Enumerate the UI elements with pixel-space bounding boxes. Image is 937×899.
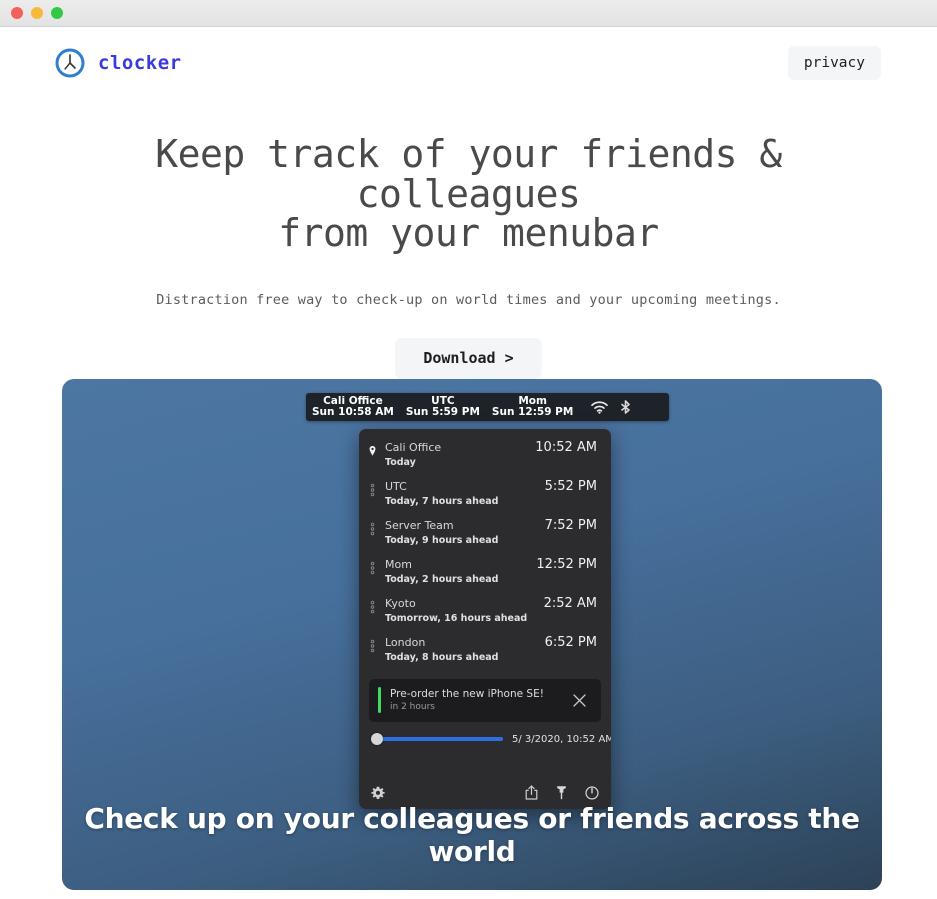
product-showcase: Cali Office Sun 10:58 AM UTC Sun 5:59 PM… xyxy=(62,379,882,890)
timezone-name: Cali Office xyxy=(385,441,442,454)
list-item-main: Server Team 7:52 PM xyxy=(385,518,597,533)
timezone-relative: Today xyxy=(385,457,416,468)
timezone-time: 6:52 PM xyxy=(544,635,597,650)
clocker-dropdown-panel: Cali Office 10:52 AM Today UTC 5:52 PM T… xyxy=(359,429,611,809)
drag-handle-icon[interactable] xyxy=(369,483,376,499)
menubar-status-icons xyxy=(591,400,640,414)
location-pin-icon xyxy=(369,445,376,456)
hero-section: Keep track of your friends & colleagues … xyxy=(0,99,937,379)
list-item-main: Mom 12:52 PM xyxy=(385,557,597,572)
list-item[interactable]: Cali Office 10:52 AM Today xyxy=(359,437,611,476)
timezone-relative: Today, 8 hours ahead xyxy=(385,652,499,663)
time-slider[interactable] xyxy=(371,733,503,745)
menubar-clock[interactable]: Cali Office Sun 10:58 AM xyxy=(306,395,400,418)
list-item-main: UTC 5:52 PM xyxy=(385,479,597,494)
browser-window: clocker privacy Keep track of your frien… xyxy=(0,0,937,899)
list-item-main: Kyoto 2:52 AM xyxy=(385,596,597,611)
site-header: clocker privacy xyxy=(0,27,937,99)
timezone-relative: Today, 9 hours ahead xyxy=(385,535,499,546)
minimize-window-button[interactable] xyxy=(31,7,43,19)
timezone-time: 10:52 AM xyxy=(535,440,597,455)
clock-icon xyxy=(55,48,85,78)
upcoming-event-card[interactable]: Pre-order the new iPhone SE! in 2 hours xyxy=(369,679,601,722)
timezone-relative: Tomorrow, 16 hours ahead xyxy=(385,613,528,624)
panel-toolbar-actions xyxy=(525,785,599,800)
list-item[interactable]: UTC 5:52 PM Today, 7 hours ahead xyxy=(359,476,611,515)
slider-track xyxy=(371,737,503,741)
zoom-window-button[interactable] xyxy=(51,7,63,19)
menubar-clock[interactable]: UTC Sun 5:59 PM xyxy=(400,395,486,418)
list-item[interactable]: Kyoto 2:52 AM Tomorrow, 16 hours ahead xyxy=(359,593,611,632)
timezone-time: 2:52 AM xyxy=(543,596,597,611)
timezone-list: Cali Office 10:52 AM Today UTC 5:52 PM T… xyxy=(359,429,611,673)
wifi-icon[interactable] xyxy=(591,400,609,414)
event-accent-bar xyxy=(378,687,381,713)
menubar-clock-time: Sun 10:58 AM xyxy=(312,406,394,418)
window-controls xyxy=(11,7,63,19)
download-button-wrap: Download > xyxy=(40,337,897,379)
menubar-clock-time: Sun 12:59 PM xyxy=(491,406,574,418)
download-button[interactable]: Download > xyxy=(395,337,542,379)
timezone-time: 5:52 PM xyxy=(544,479,597,494)
event-subtitle: in 2 hours xyxy=(390,702,435,713)
slider-knob[interactable] xyxy=(371,733,383,745)
power-icon[interactable] xyxy=(585,785,599,800)
timezone-name: Kyoto xyxy=(385,597,416,610)
timezone-name: UTC xyxy=(385,480,407,493)
headline-line-1: Keep track of your friends & colleagues xyxy=(155,132,782,216)
timezone-name: Server Team xyxy=(385,519,454,532)
privacy-button[interactable]: privacy xyxy=(787,45,881,81)
list-item[interactable]: Mom 12:52 PM Today, 2 hours ahead xyxy=(359,554,611,593)
drag-handle-icon[interactable] xyxy=(369,561,376,577)
window-titlebar xyxy=(0,0,937,27)
share-icon[interactable] xyxy=(525,785,538,800)
timezone-name: Mom xyxy=(385,558,412,571)
list-item[interactable]: London 6:52 PM Today, 8 hours ahead xyxy=(359,632,611,671)
list-item-main: Cali Office 10:52 AM xyxy=(385,440,597,455)
close-window-button[interactable] xyxy=(11,7,23,19)
timezone-name: London xyxy=(385,636,426,649)
drag-handle-icon[interactable] xyxy=(369,639,376,655)
menubar-clock-time: Sun 5:59 PM xyxy=(405,406,480,418)
list-item-main: London 6:52 PM xyxy=(385,635,597,650)
brand-logo-link[interactable]: clocker xyxy=(54,47,182,79)
event-text: Pre-order the new iPhone SE! in 2 hours xyxy=(390,688,572,712)
drag-handle-icon[interactable] xyxy=(369,600,376,616)
headline-line-2: from your menubar xyxy=(278,211,659,256)
macos-menubar: Cali Office Sun 10:58 AM UTC Sun 5:59 PM… xyxy=(306,393,669,421)
bluetooth-icon[interactable] xyxy=(619,400,632,414)
list-item[interactable]: Server Team 7:52 PM Today, 9 hours ahead xyxy=(359,515,611,554)
gear-icon[interactable] xyxy=(371,786,385,800)
timezone-time: 7:52 PM xyxy=(544,518,597,533)
close-icon[interactable] xyxy=(572,693,587,708)
timezone-time: 12:52 PM xyxy=(536,557,597,572)
brand-name: clocker xyxy=(98,52,182,74)
timezone-relative: Today, 7 hours ahead xyxy=(385,496,499,507)
page-title: Keep track of your friends & colleagues … xyxy=(64,132,874,256)
time-slider-row: 5/ 3/2020, 10:52 AM xyxy=(359,722,611,745)
hero-subtitle: Distraction free way to check-up on worl… xyxy=(156,291,781,308)
menubar-clock[interactable]: Mom Sun 12:59 PM xyxy=(486,395,579,418)
slider-date-label: 5/ 3/2020, 10:52 AM xyxy=(512,733,611,745)
pin-icon[interactable] xyxy=(555,785,568,800)
event-title: Pre-order the new iPhone SE! xyxy=(390,687,544,700)
drag-handle-icon[interactable] xyxy=(369,522,376,538)
timezone-relative: Today, 2 hours ahead xyxy=(385,574,499,585)
showcase-caption: Check up on your colleagues or friends a… xyxy=(84,802,860,868)
